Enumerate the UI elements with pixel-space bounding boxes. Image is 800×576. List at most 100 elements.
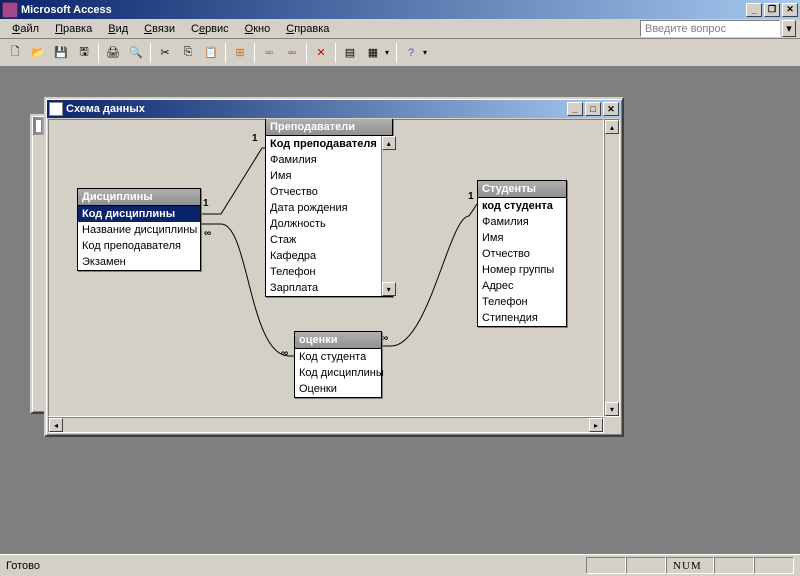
schema-titlebar[interactable]: Схема данных _ □ ✕ (47, 100, 621, 118)
menu-service[interactable]: Сервис (183, 21, 237, 37)
field-kod-studenta[interactable]: Код студента (295, 349, 381, 365)
save-as-button[interactable]: 🖫 (73, 42, 95, 64)
rel-many-label: ∞ (281, 348, 288, 359)
add-table-button[interactable]: ⊞ (229, 42, 251, 64)
help-dropdown[interactable]: ▾ (423, 48, 431, 57)
field-kod-studenta[interactable]: код студента (478, 198, 566, 214)
menu-relations[interactable]: Связи (136, 21, 183, 37)
field-nomer-gruppy[interactable]: Номер группы (478, 262, 566, 278)
toolbar-separator (396, 43, 397, 63)
schema-canvas[interactable]: 1 ∞ 1 ∞ ∞ 1 Дисциплины Код дисциплины На… (48, 119, 604, 417)
scroll-down-button[interactable]: ▾ (382, 282, 396, 296)
field-imya[interactable]: Имя (266, 168, 381, 184)
show-all-button[interactable]: ▫▫ (281, 42, 303, 64)
db-window-button[interactable]: ▤ (339, 42, 361, 64)
field-imya[interactable]: Имя (478, 230, 566, 246)
schema-title: Схема данных (66, 103, 567, 115)
new-object-dropdown[interactable]: ▾ (385, 48, 393, 57)
scroll-left-button[interactable]: ◂ (49, 418, 63, 432)
field-kod-discipliny[interactable]: Код дисциплины (295, 365, 381, 381)
table-disciplines[interactable]: Дисциплины Код дисциплины Название дисци… (77, 188, 201, 271)
toolbar: 🗋 📂 💾 🖫 🖨 🔍 ✂ ⎘ 📋 ⊞ ▫▫ ▫▫ ✕ ▤ ▦ ▾ ? ▾ (0, 39, 800, 67)
rel-one-label: 1 (468, 191, 474, 202)
help-button[interactable]: ? (400, 42, 422, 64)
table-teachers[interactable]: Преподаватели Код преподавателя Фамилия … (265, 119, 393, 297)
preview-button[interactable]: 🔍 (125, 42, 147, 64)
delete-button[interactable]: ✕ (310, 42, 332, 64)
schema-window[interactable]: Схема данных _ □ ✕ 1 ∞ 1 ∞ ∞ 1 (44, 97, 624, 437)
child-close-button[interactable]: ✕ (603, 102, 619, 116)
field-telefon[interactable]: Телефон (478, 294, 566, 310)
close-button[interactable]: ✕ (782, 3, 798, 17)
field-telefon[interactable]: Телефон (266, 264, 381, 280)
menubar: Файл Правка Вид Связи Сервис Окно Справк… (0, 19, 800, 39)
paste-button[interactable]: 📋 (200, 42, 222, 64)
rel-one-label: 1 (252, 133, 258, 144)
child-minimize-button[interactable]: _ (567, 102, 583, 116)
scroll-right-button[interactable]: ▸ (589, 418, 603, 432)
toolbar-separator (254, 43, 255, 63)
print-button[interactable]: 🖨 (102, 42, 124, 64)
open-button[interactable]: 📂 (27, 42, 49, 64)
relations-icon (49, 102, 63, 116)
toolbar-separator (306, 43, 307, 63)
menu-edit[interactable]: Правка (47, 21, 100, 37)
db-icon (35, 119, 42, 133)
field-adres[interactable]: Адрес (478, 278, 566, 294)
copy-button[interactable]: ⎘ (177, 42, 199, 64)
new-button[interactable]: 🗋 (4, 42, 26, 64)
menu-file[interactable]: Файл (4, 21, 47, 37)
restore-button[interactable]: ❐ (764, 3, 780, 17)
rel-one-label: 1 (203, 198, 209, 209)
scroll-up-button[interactable]: ▴ (605, 120, 619, 134)
scroll-down-button[interactable]: ▾ (605, 402, 619, 416)
field-familiya[interactable]: Фамилия (478, 214, 566, 230)
workspace: Схема данных _ □ ✕ 1 ∞ 1 ∞ ∞ 1 (0, 67, 800, 554)
field-nazvanie-discipliny[interactable]: Название дисциплины (78, 222, 200, 238)
rel-many-label: ∞ (204, 228, 211, 239)
table-teachers-scrollbar[interactable]: ▴ ▾ (381, 136, 396, 296)
table-students[interactable]: Студенты код студента Фамилия Имя Отчест… (477, 180, 567, 327)
question-input[interactable]: Введите вопрос (640, 20, 780, 37)
field-zarplata[interactable]: Зарплата (266, 280, 381, 296)
save-button[interactable]: 💾 (50, 42, 72, 64)
show-direct-button[interactable]: ▫▫ (258, 42, 280, 64)
table-grades[interactable]: оценки Код студента Код дисциплины Оценк… (294, 331, 382, 398)
table-teachers-header[interactable]: Преподаватели (266, 119, 392, 136)
statusbar: Готово NUM (0, 554, 800, 576)
toolbar-separator (98, 43, 99, 63)
schema-hscrollbar[interactable]: ◂ ▸ (48, 417, 604, 433)
field-otchestvo[interactable]: Отчество (266, 184, 381, 200)
table-disciplines-header[interactable]: Дисциплины (78, 189, 200, 206)
app-title: Microsoft Access (21, 4, 746, 16)
new-object-button[interactable]: ▦ (362, 42, 384, 64)
schema-vscrollbar[interactable]: ▴ ▾ (604, 119, 620, 417)
field-ekzamen[interactable]: Экзамен (78, 254, 200, 270)
field-kod-discipliny[interactable]: Код дисциплины (78, 206, 200, 222)
field-otsenki[interactable]: Оценки (295, 381, 381, 397)
field-otchestvo[interactable]: Отчество (478, 246, 566, 262)
menu-help[interactable]: Справка (278, 21, 337, 37)
toolbar-separator (225, 43, 226, 63)
field-stazh[interactable]: Стаж (266, 232, 381, 248)
menu-view[interactable]: Вид (100, 21, 136, 37)
cut-button[interactable]: ✂ (154, 42, 176, 64)
toolbar-separator (150, 43, 151, 63)
field-kafedra[interactable]: Кафедра (266, 248, 381, 264)
table-students-header[interactable]: Студенты (478, 181, 566, 198)
table-grades-header[interactable]: оценки (295, 332, 381, 349)
child-maximize-button[interactable]: □ (585, 102, 601, 116)
field-kod-prepodavatelya[interactable]: Код преподавателя (266, 136, 381, 152)
toolbar-separator (335, 43, 336, 63)
field-familiya[interactable]: Фамилия (266, 152, 381, 168)
field-kod-prepodavatelya[interactable]: Код преподавателя (78, 238, 200, 254)
access-icon (2, 2, 18, 18)
minimize-button[interactable]: _ (746, 3, 762, 17)
menu-window[interactable]: Окно (237, 21, 279, 37)
question-placeholder: Введите вопрос (645, 23, 726, 35)
field-data-rozhdeniya[interactable]: Дата рождения (266, 200, 381, 216)
scroll-up-button[interactable]: ▴ (382, 136, 396, 150)
field-stipendiya[interactable]: Стипендия (478, 310, 566, 326)
question-dropdown-button[interactable]: ▾ (782, 20, 796, 37)
field-dolzhnost[interactable]: Должность (266, 216, 381, 232)
